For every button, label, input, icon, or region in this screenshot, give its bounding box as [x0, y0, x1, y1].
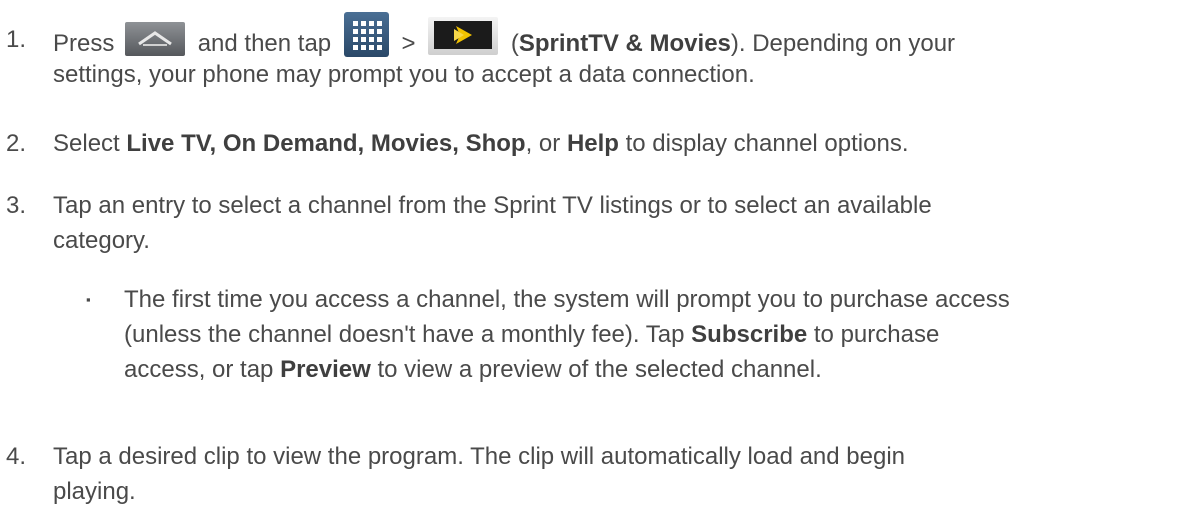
bullet-marker: ▪	[86, 292, 91, 307]
step-4-line-2: playing.	[53, 478, 136, 505]
bullet-line-2-post: to purchase	[813, 321, 940, 348]
step-number: 2.	[6, 130, 27, 157]
step-1-line-2: settings, your phone may prompt you to a…	[53, 61, 755, 88]
bullet-line-3: access, or tap Preview to view a preview…	[124, 352, 1199, 387]
sprint-tv-icon	[428, 16, 499, 55]
bullet-line-2-pre: (unless the channel doesn't have a month…	[124, 321, 685, 348]
step-number: 4.	[6, 443, 27, 470]
or-text: , or	[525, 130, 561, 157]
help-option: Help	[566, 130, 619, 157]
step-1-line-1-rest: ). Depending on your	[730, 29, 956, 57]
step-number: 1.	[6, 26, 27, 53]
bullet-line-1: The first time you access a channel, the…	[124, 286, 1010, 313]
and-then-tap-text: and then tap	[197, 29, 332, 57]
arrow-text: >	[401, 29, 416, 57]
bullet-line-3-post: to view a preview of the selected channe…	[377, 356, 822, 383]
bullet-line-2: (unless the channel doesn't have a month…	[124, 317, 1199, 352]
step-3-line-2: category.	[53, 227, 150, 254]
step-3-line-1: Tap an entry to select a channel from th…	[53, 192, 932, 219]
press-text: Press	[53, 29, 115, 57]
home-key-icon	[125, 21, 186, 56]
preview-label: Preview	[280, 356, 371, 383]
step-number: 3.	[6, 192, 27, 219]
options-list: Live TV, On Demand, Movies, Shop	[126, 130, 526, 157]
step-2-line: Select Live TV, On Demand, Movies, Shop,…	[53, 126, 1193, 161]
bullet-line-3-pre: access, or tap	[124, 356, 274, 383]
subscribe-label: Subscribe	[691, 321, 808, 348]
step-4-line-1: Tap a desired clip to view the program. …	[53, 443, 906, 470]
step-2-rest: to display channel options.	[625, 130, 909, 157]
apps-grid-icon	[343, 12, 389, 57]
app-name: SprintTV & Movies	[518, 29, 731, 57]
select-text: Select	[53, 130, 120, 157]
paren-open: (	[510, 29, 519, 57]
